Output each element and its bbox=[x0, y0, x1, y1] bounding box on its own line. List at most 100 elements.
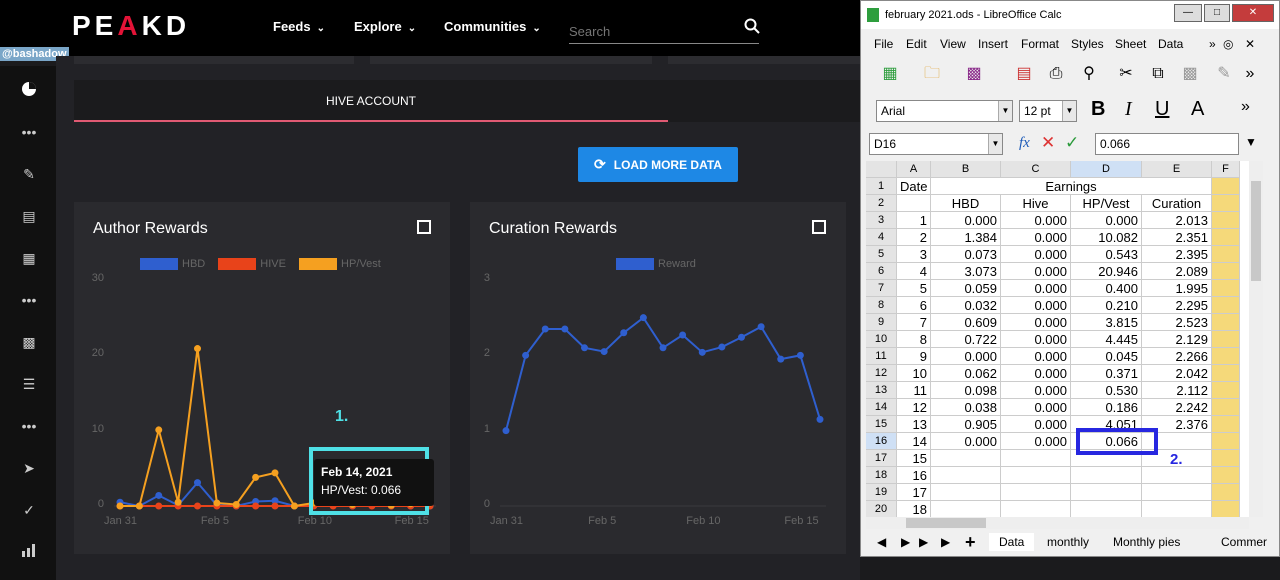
curation-rewards-plot[interactable] bbox=[470, 202, 846, 554]
cell[interactable]: 4 bbox=[897, 263, 931, 280]
close-icon[interactable]: ✕ bbox=[1232, 4, 1274, 22]
cell[interactable]: Earnings bbox=[931, 178, 1212, 195]
save-icon[interactable]: ▩ bbox=[20, 333, 38, 351]
cell[interactable]: 16 bbox=[897, 467, 931, 484]
row-header[interactable]: 4 bbox=[866, 229, 897, 246]
row-header[interactable]: 12 bbox=[866, 365, 897, 382]
cell[interactable]: 0.000 bbox=[1001, 263, 1071, 280]
cell[interactable] bbox=[1212, 501, 1240, 517]
document-icon[interactable]: ▤ bbox=[20, 207, 38, 225]
cell[interactable]: 0.000 bbox=[1001, 212, 1071, 229]
data-point[interactable] bbox=[698, 348, 706, 356]
chevron-down-icon[interactable]: ▼ bbox=[988, 134, 1002, 154]
print-preview-icon[interactable]: ⚲ bbox=[1078, 63, 1100, 85]
minimize-icon[interactable]: — bbox=[1174, 4, 1202, 22]
cell[interactable]: 20.946 bbox=[1071, 263, 1142, 280]
data-point[interactable] bbox=[679, 331, 687, 339]
cell[interactable]: 0.609 bbox=[931, 314, 1001, 331]
more-dots-icon[interactable]: ••• bbox=[20, 291, 38, 309]
peakd-logo[interactable]: PEAKD bbox=[72, 10, 190, 42]
menu-more-icon[interactable]: » bbox=[1209, 37, 1216, 51]
data-point[interactable] bbox=[213, 499, 221, 507]
cell[interactable]: 9 bbox=[897, 348, 931, 365]
bold-icon[interactable]: B bbox=[1091, 98, 1105, 121]
cell[interactable]: 0.186 bbox=[1071, 399, 1142, 416]
calendar-icon[interactable]: ▦ bbox=[20, 249, 38, 267]
more-dots-icon[interactable]: ••• bbox=[20, 123, 38, 141]
horizontal-scrollbar[interactable] bbox=[866, 517, 1249, 529]
data-point[interactable] bbox=[252, 473, 260, 481]
cell[interactable] bbox=[1142, 467, 1212, 484]
menu-sheet[interactable]: Sheet bbox=[1115, 37, 1146, 51]
data-point[interactable] bbox=[777, 355, 785, 363]
cell[interactable]: 2.089 bbox=[1142, 263, 1212, 280]
add-sheet-icon[interactable]: + bbox=[965, 532, 976, 553]
cell[interactable] bbox=[931, 450, 1001, 467]
cell[interactable]: 2.129 bbox=[1142, 331, 1212, 348]
cell[interactable]: 0.000 bbox=[1001, 433, 1071, 450]
menu-file[interactable]: File bbox=[874, 37, 893, 51]
data-point[interactable] bbox=[271, 469, 279, 477]
cell[interactable]: 7 bbox=[897, 314, 931, 331]
cell[interactable]: 0.000 bbox=[1001, 297, 1071, 314]
spreadsheet-grid[interactable]: A B C D E F Date Earnings HBD Hive HP/Ve… bbox=[866, 161, 1249, 517]
row-header[interactable]: 20 bbox=[866, 501, 897, 517]
data-point[interactable] bbox=[639, 314, 647, 322]
column-header[interactable]: A bbox=[897, 161, 931, 178]
chevron-down-icon[interactable]: ▼ bbox=[1062, 101, 1076, 121]
export-pdf-icon[interactable]: ▤ bbox=[1013, 63, 1035, 85]
accept-icon[interactable]: ✓ bbox=[1065, 133, 1079, 153]
cell[interactable]: Date bbox=[897, 178, 931, 195]
nav-explore[interactable]: Explore ⌄ bbox=[354, 19, 416, 34]
data-point[interactable] bbox=[738, 333, 745, 341]
data-point[interactable] bbox=[155, 426, 163, 434]
cell[interactable]: 0.371 bbox=[1071, 365, 1142, 382]
paste-icon[interactable]: ▩ bbox=[1179, 63, 1201, 85]
cell[interactable] bbox=[931, 501, 1001, 517]
list-icon[interactable]: ☰ bbox=[20, 375, 38, 393]
cell[interactable]: 0.905 bbox=[931, 416, 1001, 433]
cell[interactable] bbox=[1071, 484, 1142, 501]
cell[interactable]: 6 bbox=[897, 297, 931, 314]
cancel-icon[interactable]: ✕ bbox=[1041, 133, 1055, 153]
cell[interactable]: 3.815 bbox=[1071, 314, 1142, 331]
chevron-down-icon[interactable]: ▼ bbox=[998, 101, 1012, 121]
cell[interactable]: 0.045 bbox=[1071, 348, 1142, 365]
row-header[interactable]: 2 bbox=[866, 195, 897, 212]
cell[interactable]: 14 bbox=[897, 433, 931, 450]
cell[interactable]: 13 bbox=[897, 416, 931, 433]
cell[interactable]: 0.098 bbox=[931, 382, 1001, 399]
row-header[interactable]: 14 bbox=[866, 399, 897, 416]
more-dots-icon[interactable]: ••• bbox=[20, 417, 38, 435]
search-icon[interactable] bbox=[744, 18, 760, 34]
prev-sheet-icon[interactable]: ▶ bbox=[901, 535, 910, 549]
cell[interactable]: 2.523 bbox=[1142, 314, 1212, 331]
cell[interactable]: 2.112 bbox=[1142, 382, 1212, 399]
cell[interactable]: 0.400 bbox=[1071, 280, 1142, 297]
cell[interactable] bbox=[897, 195, 931, 212]
cell[interactable] bbox=[1212, 212, 1240, 229]
cell[interactable] bbox=[1212, 178, 1240, 195]
save-icon[interactable]: ▩ bbox=[963, 63, 985, 85]
cell[interactable]: 2.242 bbox=[1142, 399, 1212, 416]
data-point[interactable] bbox=[194, 345, 201, 353]
nav-feeds[interactable]: Feeds ⌄ bbox=[273, 19, 325, 34]
cell[interactable] bbox=[1212, 195, 1240, 212]
edit-icon[interactable]: ✎ bbox=[20, 165, 38, 183]
cell[interactable] bbox=[1212, 450, 1240, 467]
cell[interactable] bbox=[1001, 467, 1071, 484]
cell[interactable]: 0.000 bbox=[1001, 314, 1071, 331]
row-header[interactable]: 7 bbox=[866, 280, 897, 297]
row-header[interactable]: 9 bbox=[866, 314, 897, 331]
cell[interactable] bbox=[1001, 484, 1071, 501]
cell[interactable]: 4.445 bbox=[1071, 331, 1142, 348]
cell[interactable]: Hive bbox=[1001, 195, 1071, 212]
cell[interactable]: 0.000 bbox=[1001, 331, 1071, 348]
cell[interactable]: 0.000 bbox=[1001, 365, 1071, 382]
cell[interactable] bbox=[1212, 399, 1240, 416]
data-point[interactable] bbox=[116, 502, 124, 510]
pie-chart-icon[interactable] bbox=[20, 81, 38, 99]
row-header[interactable]: 8 bbox=[866, 297, 897, 314]
cell[interactable] bbox=[1212, 365, 1240, 382]
cell[interactable] bbox=[1001, 450, 1071, 467]
